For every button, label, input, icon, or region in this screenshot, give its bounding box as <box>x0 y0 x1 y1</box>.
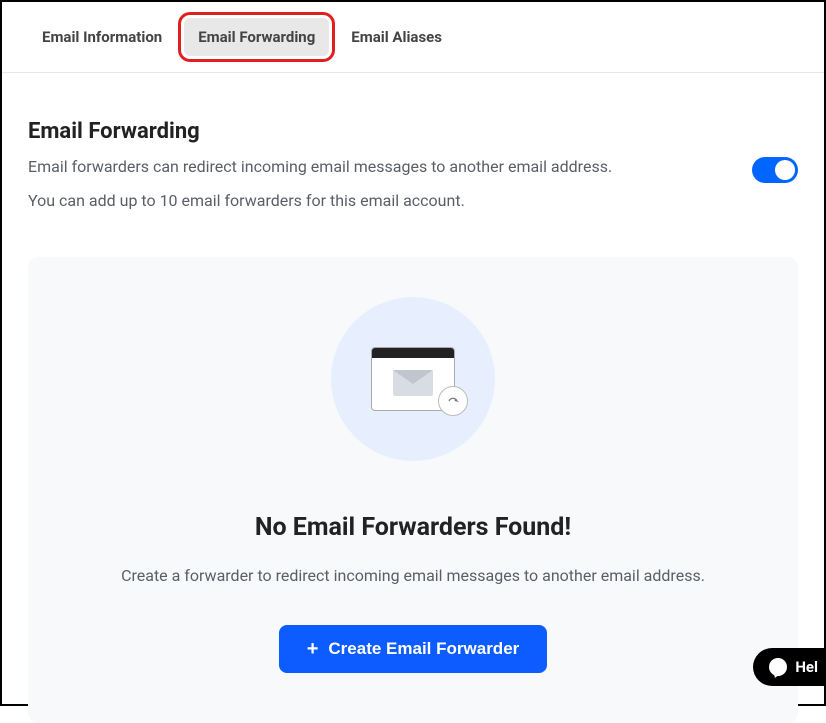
tab-email-forwarding[interactable]: Email Forwarding <box>184 18 329 56</box>
help-widget[interactable]: Hel <box>753 648 824 686</box>
tab-email-information[interactable]: Email Information <box>28 18 176 56</box>
page-title: Email Forwarding <box>28 119 612 144</box>
create-button-label: Create Email Forwarder <box>328 639 519 659</box>
main-content: Email Forwarding Email forwarders can re… <box>2 73 824 723</box>
plus-icon: + <box>307 639 319 659</box>
create-forwarder-button[interactable]: + Create Email Forwarder <box>279 625 548 673</box>
help-label: Hel <box>795 658 818 676</box>
window-icon <box>371 347 455 411</box>
envelope-icon <box>393 370 433 396</box>
empty-illustration <box>331 297 495 461</box>
tab-email-aliases[interactable]: Email Aliases <box>337 18 456 56</box>
chat-icon <box>769 658 787 676</box>
empty-description: Create a forwarder to redirect incoming … <box>58 566 768 585</box>
forwarding-toggle[interactable] <box>752 157 798 183</box>
empty-title: No Email Forwarders Found! <box>58 513 768 542</box>
desc-line-1: Email forwarders can redirect incoming e… <box>28 154 612 180</box>
tabs-bar: Email Information Email Forwarding Email… <box>2 2 824 73</box>
section-header: Email Forwarding Email forwarders can re… <box>28 119 798 221</box>
page-description: Email forwarders can redirect incoming e… <box>28 154 612 213</box>
desc-line-2: You can add up to 10 email forwarders fo… <box>28 188 612 214</box>
empty-state-panel: No Email Forwarders Found! Create a forw… <box>28 257 798 723</box>
forward-arrow-icon <box>438 386 468 416</box>
